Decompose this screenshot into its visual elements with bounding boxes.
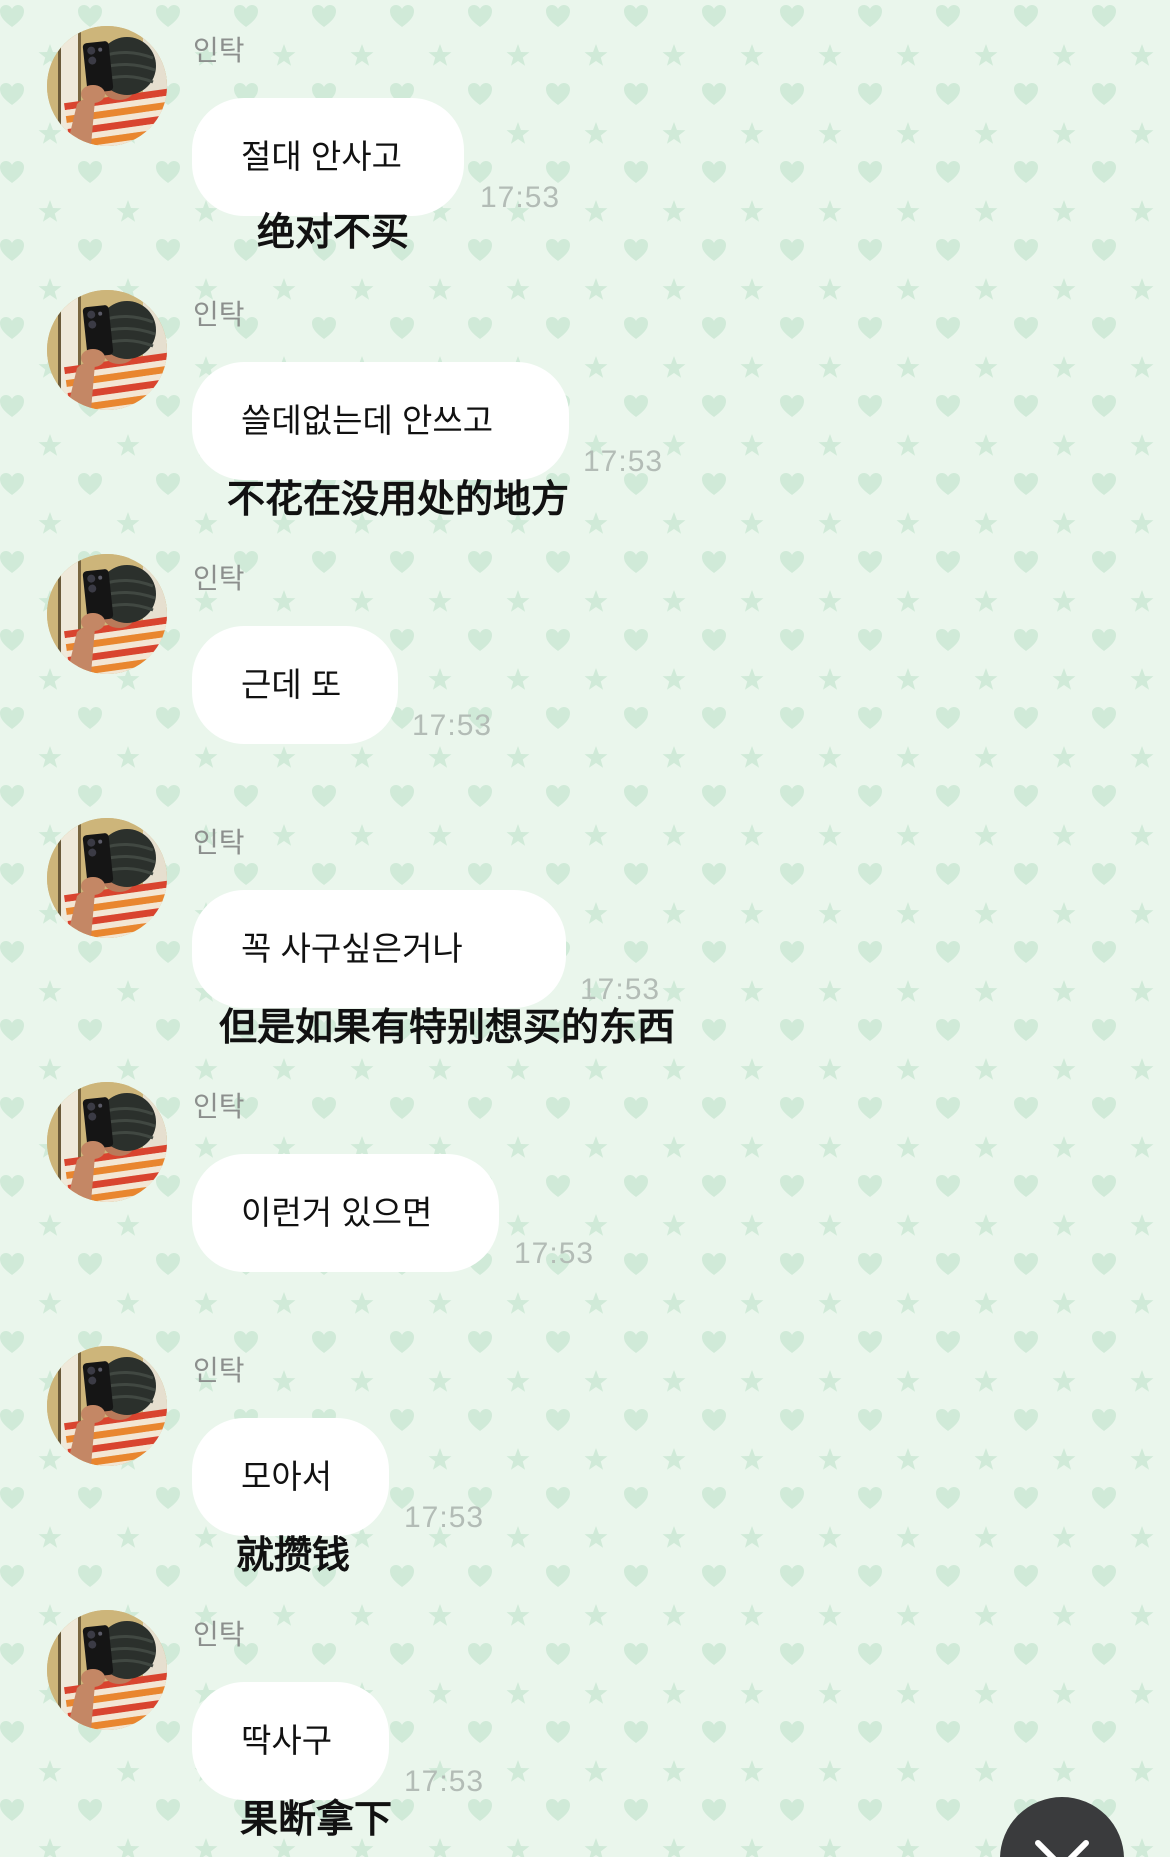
sender-name: 인탁 xyxy=(193,827,245,858)
chevron-down-icon xyxy=(1035,1840,1089,1857)
avatar[interactable] xyxy=(47,1610,167,1730)
message-text: 모아서 xyxy=(241,1458,333,1495)
avatar-photo xyxy=(47,818,167,938)
subtitle-caption: 果断拿下 xyxy=(240,1799,393,1841)
message-group: 인탁 꼭 사구싶은거나 17:53 但是如果有特别想买的东西 xyxy=(0,792,1170,1056)
message-text: 딱사구 xyxy=(241,1722,333,1759)
message-bubble[interactable]: 근데 또 xyxy=(192,626,398,744)
message-time: 17:53 xyxy=(412,709,493,742)
subtitle-caption: 绝对不买 xyxy=(257,212,410,254)
subtitle-caption: 就攒钱 xyxy=(236,1535,351,1577)
message-group: 인탁 딱사구 17:53 果断拿下 xyxy=(0,1584,1170,1848)
message-group: 인탁 이런거 있으면 17:53 xyxy=(0,1056,1170,1320)
message-bubble[interactable]: 모아서 xyxy=(192,1418,389,1536)
subtitle-caption: 不花在没用处的地方 xyxy=(227,479,570,521)
avatar-photo xyxy=(47,1610,167,1730)
message-text: 쓸데없는데 안쓰고 xyxy=(241,402,494,439)
message-text: 꼭 사구싶은거나 xyxy=(241,930,463,967)
message-group: 인탁 모아서 17:53 就攒钱 xyxy=(0,1320,1170,1584)
message-text: 근데 또 xyxy=(241,666,342,703)
avatar-photo xyxy=(47,290,167,410)
avatar-photo xyxy=(47,1082,167,1202)
message-time: 17:53 xyxy=(514,1237,595,1270)
avatar-photo xyxy=(47,1346,167,1466)
message-text: 이런거 있으면 xyxy=(241,1194,433,1231)
message-text: 절대 안사고 xyxy=(241,138,402,175)
message-bubble[interactable]: 쓸데없는데 안쓰고 xyxy=(192,362,569,480)
message-bubble[interactable]: 절대 안사고 xyxy=(192,98,464,216)
message-time: 17:53 xyxy=(480,181,561,214)
message-group: 인탁 절대 안사고 17:53 绝对不买 xyxy=(0,0,1170,264)
avatar[interactable] xyxy=(47,554,167,674)
sender-name: 인탁 xyxy=(193,1091,245,1122)
scroll-to-bottom-area xyxy=(1000,1797,1124,1857)
message-group: 인탁 쓸데없는데 안쓰고 17:53 不花在没用处的地方 xyxy=(0,264,1170,528)
sender-name: 인탁 xyxy=(193,563,245,594)
sender-name: 인탁 xyxy=(193,1355,245,1386)
sender-name: 인탁 xyxy=(193,299,245,330)
sender-name: 인탁 xyxy=(193,1619,245,1650)
message-time: 17:53 xyxy=(580,973,661,1006)
message-time: 17:53 xyxy=(404,1501,485,1534)
avatar[interactable] xyxy=(47,290,167,410)
message-bubble[interactable]: 딱사구 xyxy=(192,1682,389,1800)
message-time: 17:53 xyxy=(404,1765,485,1798)
avatar[interactable] xyxy=(47,818,167,938)
avatar[interactable] xyxy=(47,1082,167,1202)
avatar[interactable] xyxy=(47,26,167,146)
avatar-photo xyxy=(47,26,167,146)
subtitle-caption: 但是如果有特别想买的东西 xyxy=(219,1007,676,1049)
avatar[interactable] xyxy=(47,1346,167,1466)
sender-name: 인탁 xyxy=(193,35,245,66)
avatar-photo xyxy=(47,554,167,674)
message-time: 17:53 xyxy=(583,445,664,478)
message-bubble[interactable]: 이런거 있으면 xyxy=(192,1154,499,1272)
message-group: 인탁 근데 또 17:53 xyxy=(0,528,1170,792)
chat-screen: 인탁 절대 안사고 17:53 绝对不买 인탁 쓸데없는데 안쓰고 17:53 … xyxy=(0,0,1170,1857)
scroll-to-bottom-button[interactable] xyxy=(1000,1797,1124,1857)
message-bubble[interactable]: 꼭 사구싶은거나 xyxy=(192,890,566,1008)
